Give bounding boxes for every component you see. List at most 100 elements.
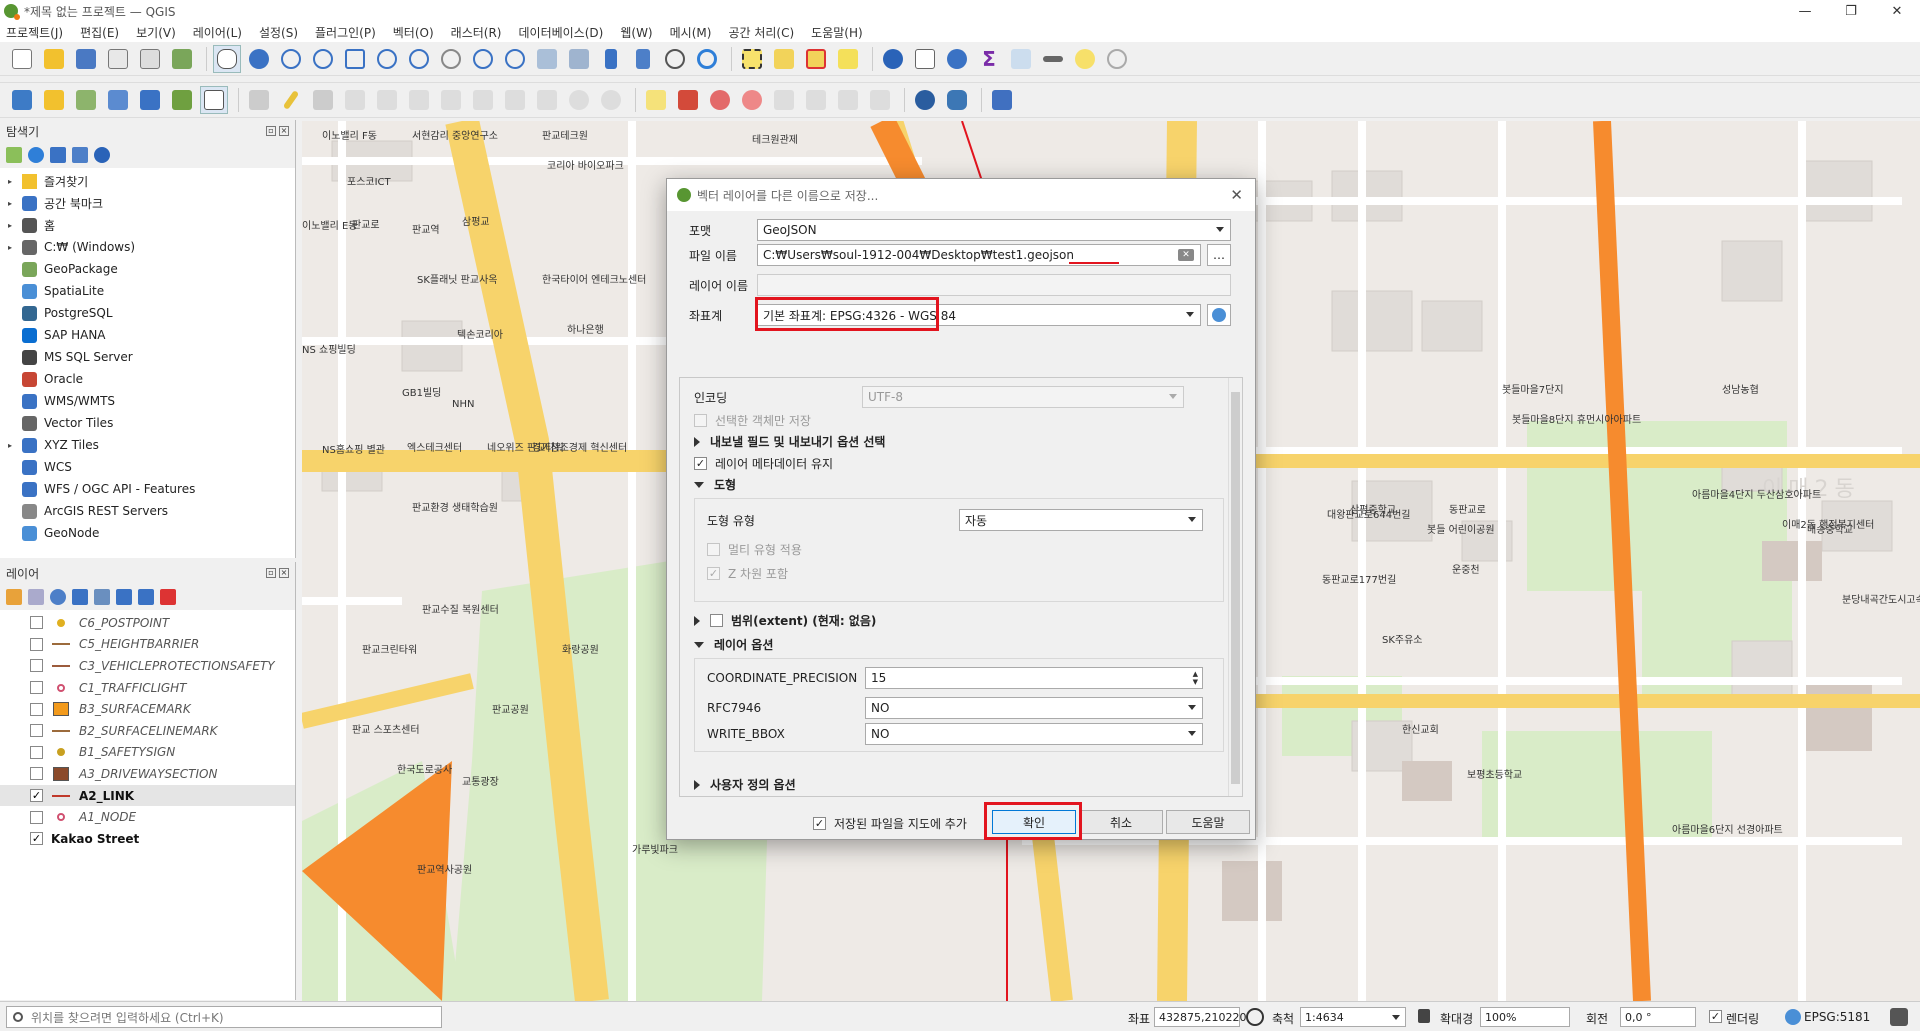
- write-bbox-combobox[interactable]: NO: [865, 723, 1203, 745]
- new-geopackage-layer-icon[interactable]: [40, 86, 68, 114]
- map-tips-icon[interactable]: [1071, 45, 1099, 73]
- modify-attributes-icon[interactable]: [405, 86, 433, 114]
- menu-view[interactable]: 보기(V): [136, 24, 176, 41]
- layer-visibility-checkbox[interactable]: ✓: [30, 789, 43, 803]
- format-combobox[interactable]: GeoJSON: [757, 219, 1231, 241]
- layer-visibility-checkbox[interactable]: [30, 637, 43, 651]
- menu-help[interactable]: 도움말(H): [811, 24, 863, 41]
- add-selected-layers-icon[interactable]: [6, 147, 22, 163]
- messages-icon[interactable]: [1890, 1008, 1908, 1026]
- cut-features-icon[interactable]: [469, 86, 497, 114]
- diagram-options-icon[interactable]: [674, 86, 702, 114]
- add-group-icon[interactable]: [28, 589, 44, 605]
- filter-expression-icon[interactable]: [94, 589, 110, 605]
- refresh-icon[interactable]: [693, 45, 721, 73]
- geometry-section-header[interactable]: 도형: [694, 476, 736, 493]
- layer-item[interactable]: B3_SURFACEMARK: [0, 698, 295, 720]
- new-shapefile-layer-icon[interactable]: [72, 86, 100, 114]
- select-by-location-icon[interactable]: [834, 45, 862, 73]
- layout-manager-icon[interactable]: [136, 45, 164, 73]
- layer-visibility-checkbox[interactable]: [30, 659, 43, 673]
- move-label-icon[interactable]: [802, 86, 830, 114]
- layer-item[interactable]: ✓ Kakao Street: [0, 828, 295, 850]
- scrollbar-thumb[interactable]: [1231, 392, 1240, 784]
- layer-name-input[interactable]: [757, 274, 1231, 296]
- layer-options-section-header[interactable]: 레이어 옵션: [694, 636, 773, 653]
- file-name-input[interactable]: C:₩Users₩soul-1912-004₩Desktop₩test1.geo…: [757, 244, 1201, 266]
- layer-item[interactable]: A3_DRIVEWAYSECTION: [0, 763, 295, 785]
- coordinate-precision-spinbox[interactable]: 15 ▲ ▼: [865, 667, 1203, 689]
- manage-themes-icon[interactable]: [50, 589, 66, 605]
- minimize-button[interactable]: —: [1782, 0, 1828, 22]
- fields-section-header[interactable]: 내보낼 필드 및 내보내기 옵션 선택: [694, 433, 885, 450]
- plugin-globe-icon[interactable]: [911, 86, 939, 114]
- expand-all-icon[interactable]: [116, 589, 132, 605]
- pan-to-selection-icon[interactable]: [245, 45, 273, 73]
- persist-metadata-checkbox[interactable]: ✓: [694, 457, 707, 470]
- temporal-controller-icon[interactable]: [661, 45, 689, 73]
- extent-checkbox[interactable]: [710, 614, 723, 627]
- field-calculator-icon[interactable]: [943, 45, 971, 73]
- zoom-next-icon[interactable]: [501, 45, 529, 73]
- browser-item[interactable]: WCS: [0, 456, 295, 478]
- browser-item[interactable]: GeoPackage: [0, 258, 295, 280]
- filter-legend-icon[interactable]: [72, 589, 88, 605]
- expand-arrow-icon[interactable]: ▸: [8, 441, 20, 450]
- zoom-layer-icon[interactable]: [405, 45, 433, 73]
- paste-features-icon[interactable]: [533, 86, 561, 114]
- vertex-tool-icon[interactable]: [373, 86, 401, 114]
- open-table-icon[interactable]: [1007, 45, 1035, 73]
- delete-selected-icon[interactable]: [437, 86, 465, 114]
- rotate-label-icon[interactable]: [834, 86, 862, 114]
- zoom-selection-icon[interactable]: [373, 45, 401, 73]
- layer-visibility-checkbox[interactable]: [30, 745, 43, 759]
- expand-arrow-icon[interactable]: ▸: [8, 177, 20, 186]
- layer-item[interactable]: B1_SAFETYSIGN: [0, 742, 295, 764]
- float-panel-icon[interactable]: ▫: [266, 126, 276, 136]
- new-virtual-layer-icon[interactable]: [136, 86, 164, 114]
- select-crs-button[interactable]: [1207, 304, 1231, 326]
- browser-item[interactable]: ▸ 즐겨찾기: [0, 170, 295, 192]
- browser-item[interactable]: Oracle: [0, 368, 295, 390]
- force-multi-checkbox[interactable]: [707, 543, 720, 556]
- rfc7946-combobox[interactable]: NO: [865, 697, 1203, 719]
- close-window-button[interactable]: ✕: [1874, 0, 1920, 22]
- browser-item[interactable]: WMS/WMTS: [0, 390, 295, 412]
- data-source-manager-icon[interactable]: [8, 86, 36, 114]
- settings-gear-icon[interactable]: [1103, 45, 1131, 73]
- crs-globe-icon[interactable]: [1785, 1009, 1801, 1025]
- zoom-in-icon[interactable]: [277, 45, 305, 73]
- pan-hand-icon[interactable]: [213, 44, 241, 73]
- browser-item[interactable]: ▸ C:₩ (Windows): [0, 236, 295, 258]
- browser-item[interactable]: ▸ 홈: [0, 214, 295, 236]
- measure-line-icon[interactable]: [1039, 45, 1067, 73]
- style-manager-icon[interactable]: [168, 45, 196, 73]
- label-tool-icon[interactable]: [642, 86, 670, 114]
- layer-item[interactable]: C3_VEHICLEPROTECTIONSAFETY: [0, 655, 295, 677]
- attribute-table-icon[interactable]: [911, 45, 939, 73]
- save-project-icon[interactable]: [72, 45, 100, 73]
- zoom-out-icon[interactable]: [309, 45, 337, 73]
- current-edits-icon[interactable]: [245, 86, 273, 114]
- layer-visibility-checkbox[interactable]: [30, 767, 43, 781]
- show-bookmarks-icon[interactable]: [629, 45, 657, 73]
- include-z-checkbox[interactable]: ✓: [707, 567, 720, 580]
- encoding-combobox[interactable]: UTF-8: [862, 386, 1184, 408]
- scale-combobox[interactable]: 1:4634: [1300, 1007, 1406, 1027]
- browser-item[interactable]: SAP HANA: [0, 324, 295, 346]
- project-crs-button[interactable]: EPSG:5181: [1804, 1010, 1870, 1024]
- browser-item[interactable]: GeoNode: [0, 522, 295, 544]
- deselect-all-icon[interactable]: [802, 45, 830, 73]
- cancel-button[interactable]: 취소: [1079, 810, 1163, 834]
- remove-layer-icon[interactable]: [160, 589, 176, 605]
- new-3d-map-icon[interactable]: [565, 45, 593, 73]
- geometry-type-combobox[interactable]: 자동: [959, 509, 1203, 531]
- new-print-layout-icon[interactable]: [104, 45, 132, 73]
- locator-search-input[interactable]: 위치를 찾으려면 입력하세요 (Ctrl+K): [6, 1006, 442, 1028]
- layer-visibility-checkbox[interactable]: [30, 681, 43, 695]
- dialog-close-icon[interactable]: ✕: [1230, 186, 1243, 204]
- new-spatialite-layer-icon[interactable]: [104, 86, 132, 114]
- zoom-last-icon[interactable]: [469, 45, 497, 73]
- statistics-sigma-icon[interactable]: Σ: [975, 45, 1003, 73]
- layer-item[interactable]: C1_TRAFFICLIGHT: [0, 677, 295, 699]
